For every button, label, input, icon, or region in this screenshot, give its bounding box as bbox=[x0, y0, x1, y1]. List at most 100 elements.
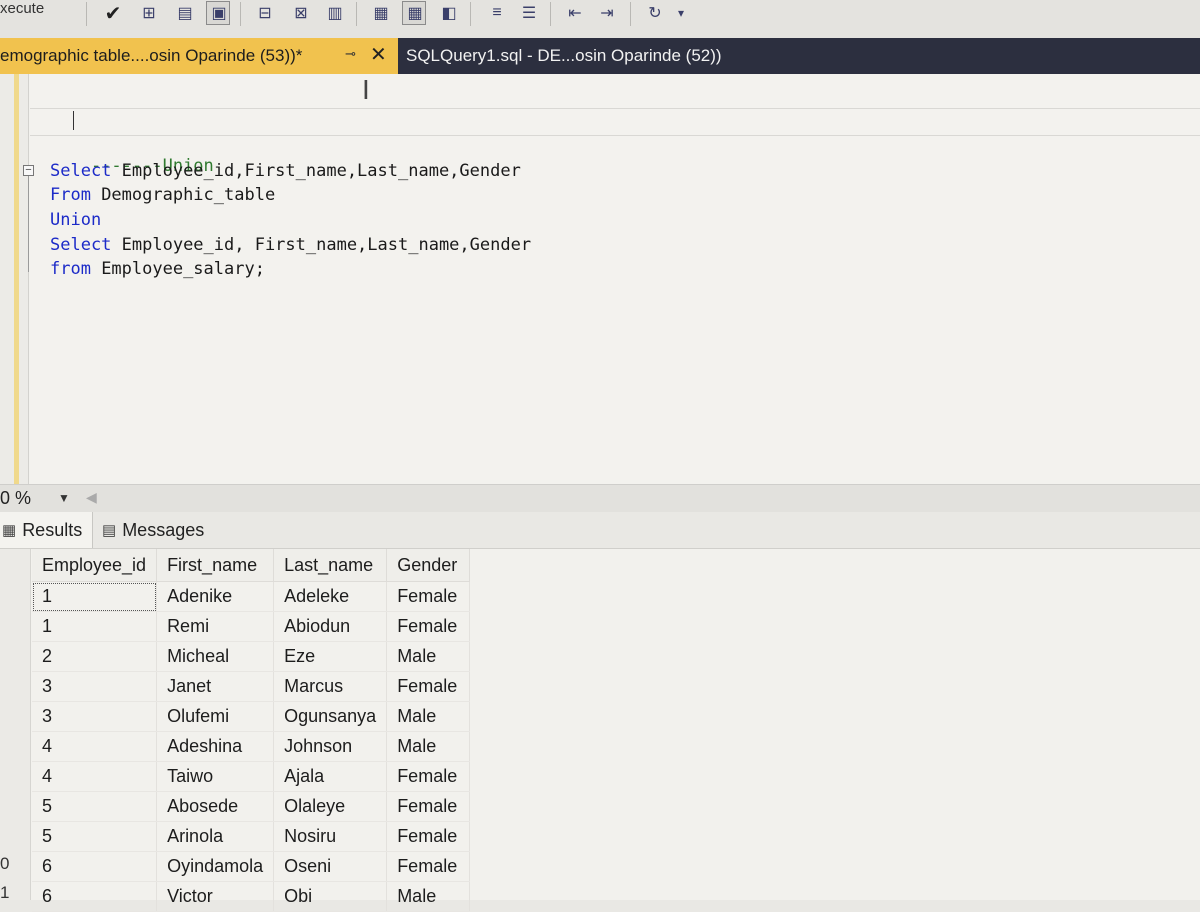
table-cell[interactable]: Abiodun bbox=[273, 611, 388, 642]
table-cell[interactable]: Janet bbox=[156, 671, 275, 702]
table-row: 3 Janet Marcus Female bbox=[32, 671, 471, 702]
table-cell[interactable]: Male bbox=[386, 731, 471, 762]
code-line-3: From Demographic_table bbox=[50, 185, 276, 205]
table-cell[interactable]: Female bbox=[386, 581, 471, 612]
code-line-2: Select Employee_id,First_name,Last_name,… bbox=[50, 161, 521, 181]
zoom-level[interactable]: 0 % bbox=[0, 488, 31, 509]
row-number-column: 0 1 bbox=[0, 549, 31, 902]
tab-messages[interactable]: ▤ Messages bbox=[100, 512, 204, 548]
table-cell[interactable]: Marcus bbox=[273, 671, 388, 702]
table-cell[interactable]: Victor bbox=[156, 881, 275, 912]
results-to-file-icon: ▣ bbox=[211, 5, 227, 22]
table-cell[interactable]: 5 bbox=[32, 821, 158, 852]
table-cell[interactable]: 1 bbox=[32, 611, 158, 642]
table-cell[interactable]: 6 bbox=[32, 851, 158, 882]
comment-icon[interactable]: ≡ bbox=[486, 2, 508, 24]
table-cell[interactable]: Female bbox=[386, 791, 471, 822]
table-cell[interactable]: Olufemi bbox=[156, 701, 275, 732]
results-to-file-alt-icon[interactable]: ◧ bbox=[438, 2, 460, 24]
toolbar: xecute ✔ ⊞ ▤ ▣ ⊟ ⊠ ▥ ▦ ▦ ◧ ≡ ☰ ⇤ ⇥ ↻ ▾ bbox=[0, 0, 1200, 39]
table-cell[interactable]: 2 bbox=[32, 641, 158, 672]
table-cell[interactable]: Adenike bbox=[156, 581, 275, 612]
live-stats-icon[interactable]: ▥ bbox=[324, 2, 346, 24]
toolbar-overflow-icon[interactable]: ▾ bbox=[670, 2, 692, 24]
table-cell[interactable]: Eze bbox=[273, 641, 388, 672]
table-row: 1 Remi Abiodun Female bbox=[32, 611, 471, 642]
code-line-5: Select Employee_id, First_name,Last_name… bbox=[50, 235, 532, 255]
table-cell[interactable]: Female bbox=[386, 671, 471, 702]
parse-check-icon[interactable]: ✔ bbox=[102, 2, 124, 25]
table-cell[interactable]: Adeshina bbox=[156, 731, 275, 762]
outline-line bbox=[28, 176, 29, 272]
table-cell[interactable]: Taiwo bbox=[156, 761, 275, 792]
table-row: 2 Micheal Eze Male bbox=[32, 641, 471, 672]
header-row: Employee_id First_name Last_name Gender bbox=[32, 549, 471, 582]
table-cell[interactable]: Female bbox=[386, 821, 471, 852]
client-stats-icon[interactable]: ⊠ bbox=[290, 2, 312, 24]
change-indicator bbox=[14, 74, 19, 484]
table-cell[interactable]: Oyindamola bbox=[156, 851, 275, 882]
outdent-icon[interactable]: ⇤ bbox=[564, 2, 586, 24]
toolbar-separator bbox=[470, 2, 471, 26]
table-cell[interactable]: Ajala bbox=[273, 761, 388, 792]
code-line-6: from Employee_salary; bbox=[50, 259, 265, 279]
grid-icon: ▦ bbox=[2, 522, 17, 539]
table-cell[interactable]: Male bbox=[386, 701, 471, 732]
table-cell[interactable]: 6 bbox=[32, 881, 158, 912]
collapse-icon[interactable]: − bbox=[23, 165, 34, 176]
execute-button[interactable]: xecute bbox=[0, 0, 44, 17]
table-cell[interactable]: Arinola bbox=[156, 821, 275, 852]
table-row: 3 Olufemi Ogunsanya Male bbox=[32, 701, 471, 732]
column-header[interactable]: Employee_id bbox=[32, 549, 158, 582]
column-header[interactable]: Last_name bbox=[273, 549, 388, 582]
tab-demographic-query[interactable]: emographic table....osin Oparinde (53))* bbox=[0, 38, 398, 74]
table-cell[interactable]: Male bbox=[386, 641, 471, 672]
table-cell[interactable]: 4 bbox=[32, 731, 158, 762]
pin-icon[interactable]: ⊸ bbox=[345, 46, 356, 62]
table-cell[interactable]: Ogunsanya bbox=[273, 701, 388, 732]
table-row: 5 Arinola Nosiru Female bbox=[32, 821, 471, 852]
table-cell[interactable]: 4 bbox=[32, 761, 158, 792]
table-row: 6 Oyindamola Oseni Female bbox=[32, 851, 471, 882]
tree-icon[interactable]: ⊟ bbox=[254, 2, 276, 24]
table-cell[interactable]: Oseni bbox=[273, 851, 388, 882]
indent-icon[interactable]: ⇥ bbox=[596, 2, 618, 24]
table-cell[interactable]: Female bbox=[386, 761, 471, 792]
table-cell[interactable]: Female bbox=[386, 851, 471, 882]
close-icon[interactable]: ✕ bbox=[370, 42, 387, 67]
document-tab-bar: emographic table....osin Oparinde (53))*… bbox=[0, 38, 1200, 74]
table-cell[interactable]: Nosiru bbox=[273, 821, 388, 852]
query-editor[interactable]: I -------Union − Select Employee_id,Firs… bbox=[0, 74, 1200, 484]
table-cell[interactable]: Micheal bbox=[156, 641, 275, 672]
column-header[interactable]: First_name bbox=[156, 549, 275, 582]
toolbar-separator bbox=[630, 2, 631, 26]
table-cell[interactable]: Johnson bbox=[273, 731, 388, 762]
tab-results[interactable]: ▦ Results bbox=[0, 512, 93, 548]
table-cell[interactable]: Abosede bbox=[156, 791, 275, 822]
table-cell[interactable]: Adeleke bbox=[273, 581, 388, 612]
row-number: 1 bbox=[0, 883, 10, 902]
uncomment-icon[interactable]: ☰ bbox=[518, 2, 540, 24]
tab-sqlquery1[interactable]: SQLQuery1.sql - DE...osin Oparinde (52)) bbox=[406, 46, 722, 66]
chevron-down-icon[interactable]: ▼ bbox=[58, 491, 70, 505]
display-plan-icon[interactable]: ⊞ bbox=[138, 2, 160, 24]
messages-icon: ▤ bbox=[102, 522, 117, 539]
column-header[interactable]: Gender bbox=[386, 549, 471, 582]
table-cell[interactable]: 5 bbox=[32, 791, 158, 822]
table-cell[interactable]: Remi bbox=[156, 611, 275, 642]
scroll-left-icon[interactable]: ◀ bbox=[86, 489, 97, 506]
table-cell[interactable]: Male bbox=[386, 881, 471, 912]
table-cell[interactable]: 1 bbox=[32, 581, 158, 612]
specify-values-icon[interactable]: ↻ bbox=[644, 2, 666, 24]
query-options-icon[interactable]: ▤ bbox=[174, 2, 196, 24]
table-row: 6 Victor Obi Male bbox=[32, 881, 471, 912]
results-grid: 0 1 Employee_id First_name Last_name Gen… bbox=[0, 549, 1200, 912]
table-cell[interactable]: Obi bbox=[273, 881, 388, 912]
table-cell[interactable]: 3 bbox=[32, 671, 158, 702]
toolbar-separator bbox=[86, 2, 87, 26]
table-cell[interactable]: 3 bbox=[32, 701, 158, 732]
table-cell[interactable]: Olaleye bbox=[273, 791, 388, 822]
table-row: 4 Taiwo Ajala Female bbox=[32, 761, 471, 792]
table-cell[interactable]: Female bbox=[386, 611, 471, 642]
results-to-text-icon[interactable]: ▦ bbox=[370, 2, 392, 24]
